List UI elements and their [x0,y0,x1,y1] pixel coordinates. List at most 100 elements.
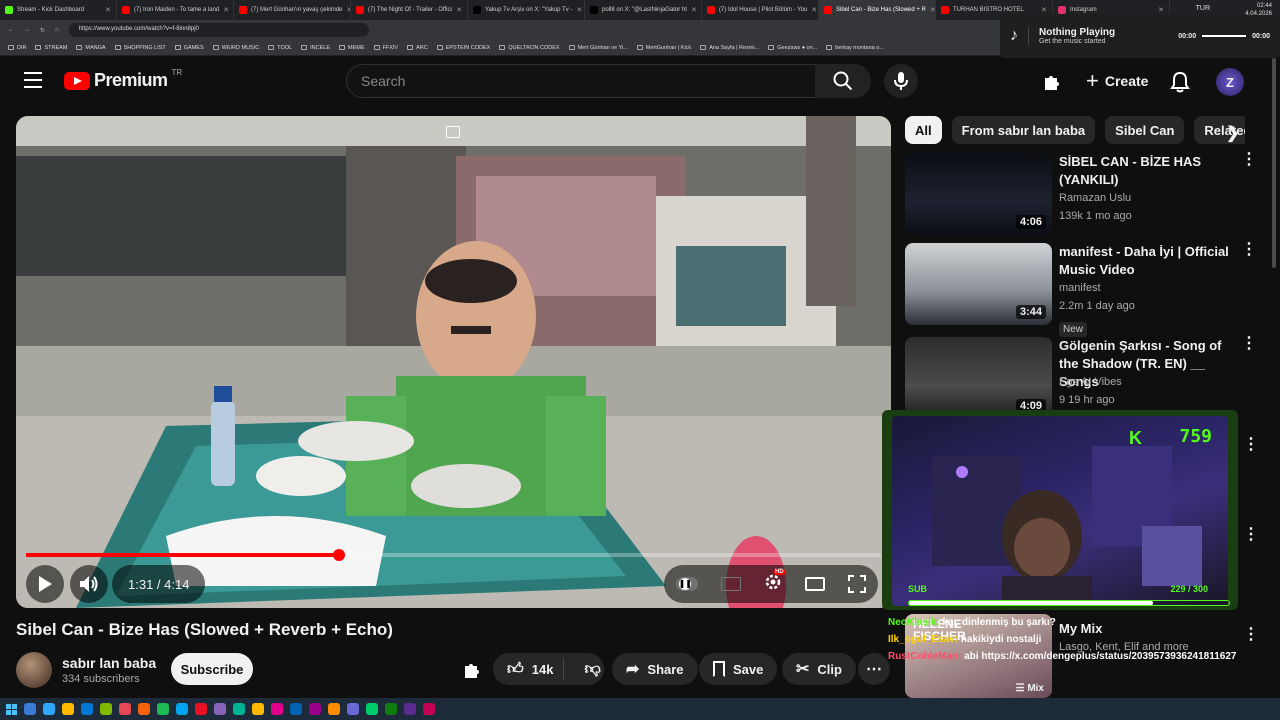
bookmark-item[interactable]: FFXIV [373,45,398,51]
browser-tab[interactable]: Yakup Tv Arşiv on X: "Yakup Tv - ✕ [468,0,585,20]
bookmark-item[interactable]: SHOPPING LIST [114,45,166,51]
bookmark-item[interactable]: berkay montana o... [826,45,884,51]
search-button[interactable] [815,64,871,98]
notifications-bell-icon[interactable] [1170,71,1190,98]
browser-tab[interactable]: (7) Mert Günhan'ın yavaş çekimde✕ [234,0,351,20]
tab-close-icon[interactable]: ✕ [223,6,229,14]
bookmark-item[interactable]: Mert Günhan ve Yi... [568,45,628,51]
windows-start-icon[interactable] [6,703,17,715]
taskbar-app-icon[interactable] [100,703,112,715]
taskbar-app-icon[interactable] [157,703,169,715]
forward-icon[interactable]: → [24,27,30,33]
subscribe-button[interactable]: Subscribe [171,653,253,685]
kebab-menu-icon[interactable]: ⋮ [1241,336,1257,352]
recommended-video[interactable]: 4:06 SİBEL CAN - BİZE HAS (YANKILI) Ramaza… [905,152,1265,239]
taskbar-app-icon[interactable] [233,703,245,715]
taskbar-app-icon[interactable] [385,703,397,715]
bookmark-item[interactable]: Ana Sayfa | Resmi... [700,45,759,51]
play-button[interactable] [26,565,64,603]
video-thumbnail[interactable]: 4:09 [905,337,1052,419]
media-seek-bar[interactable] [1202,35,1247,37]
tab-close-icon[interactable]: ✕ [691,6,697,14]
share-button[interactable]: ➦ Share [612,653,698,685]
tab-close-icon[interactable]: ✕ [930,6,935,14]
browser-tab[interactable]: (7) Iron Maiden - To tame a land ✕ [117,0,234,20]
tab-close-icon[interactable]: ✕ [105,6,111,14]
taskbar-app-icon[interactable] [195,703,207,715]
video-thumbnail[interactable]: 4:06 [905,153,1052,235]
page-scrollbar[interactable] [1270,58,1278,698]
dislike-button[interactable]: 👎︎ [572,660,612,679]
reload-icon[interactable]: ↻ [40,27,45,34]
miniplayer-icon[interactable] [446,126,460,138]
bookmark-item[interactable]: INCELE [301,45,330,51]
url-field[interactable]: https://www.youtube.com/watch?v=f-8inn8p… [68,23,369,37]
theater-mode-icon[interactable] [805,577,826,591]
bookmark-item[interactable]: MertGunhan | Kick [636,45,691,51]
bookmark-item[interactable]: ARC [407,45,428,51]
recommended-title[interactable]: SİBEL CAN - BİZE HAS (YANKILI) [1059,153,1234,189]
menu-icon[interactable] [24,72,42,88]
browser-tab[interactable]: (7) The Night Of - Trailer - Offici ✕ [351,0,468,20]
browser-tab[interactable]: Stream - Kick Dashboard ✕ [0,0,117,20]
tab-close-icon[interactable]: ✕ [1158,6,1164,14]
taskbar-app-icon[interactable] [290,703,302,715]
kebab-menu-icon[interactable]: ⋮ [1243,524,1259,544]
subtitles-icon[interactable] [720,577,741,591]
taskbar-app-icon[interactable] [271,703,283,715]
bookmark-item[interactable]: QUELTRON CODEX [499,45,560,51]
kebab-menu-icon[interactable]: ⋮ [1241,242,1257,258]
taskbar-app-icon[interactable] [62,703,74,715]
bookmark-item[interactable]: MEME [339,45,365,51]
join-puzzle-icon[interactable] [462,660,482,685]
channel-name[interactable]: sabır lan baba [62,655,156,671]
recommended-title[interactable]: manifest - Daha İyi | Official Music Vid… [1059,243,1234,279]
save-button[interactable]: Save [699,653,778,685]
filter-chip[interactable]: Sibel Can [1105,116,1185,144]
recommended-video[interactable]: 3:44 manifest - Daha İyi | Official Music… [905,242,1265,337]
taskbar-app-icon[interactable] [252,703,264,715]
recommended-channel[interactable]: manifest [1059,282,1101,294]
keyboard-language[interactable]: TUR [1196,5,1210,12]
bookmark-item[interactable]: GAMES [174,45,204,51]
tab-close-icon[interactable]: ✕ [1041,6,1047,14]
back-icon[interactable]: ← [8,27,14,33]
system-clock[interactable]: 02:44 4.04.2026 [1245,2,1272,18]
browser-tab[interactable]: poll8 on X: "@LastNinjaGator ht ✕ [585,0,702,20]
autoplay-toggle[interactable]: ❚❚ [675,577,698,591]
bookmark-item[interactable]: STREAM [35,45,67,51]
taskbar-app-icon[interactable] [404,703,416,715]
account-avatar[interactable]: Z [1216,68,1244,96]
filter-chip[interactable]: All [905,116,942,144]
taskbar-app-icon[interactable] [176,703,188,715]
scrollbar-thumb[interactable] [1272,58,1276,268]
taskbar-app-icon[interactable] [309,703,321,715]
video-progress-bar[interactable] [26,549,881,561]
bookmark-item[interactable]: MANGA [76,45,106,51]
extension-puzzle-icon[interactable] [1042,72,1062,92]
bookmark-item[interactable]: EPSTEIN CODEX [436,45,490,51]
taskbar-app-icon[interactable] [119,703,131,715]
kebab-menu-icon[interactable]: ⋮ [1243,434,1259,454]
browser-tab[interactable]: (7) Idol House | Pilot Bölüm - You ✕ [702,0,819,20]
voice-search-button[interactable] [884,64,918,98]
browser-tab[interactable]: Sibel Can - Bize Has (Slowed + R ✕ [819,0,936,20]
more-actions-button[interactable]: ⋯ [858,653,890,685]
kebab-menu-icon[interactable]: ⋮ [1241,152,1257,168]
taskbar-app-icon[interactable] [328,703,340,715]
taskbar-app-icon[interactable] [214,703,226,715]
progress-scrubber[interactable] [332,549,345,561]
tab-close-icon[interactable]: ✕ [576,6,582,14]
settings-button[interactable]: HD [764,568,785,596]
channel-info[interactable]: sabır lan baba 334 subscribers [16,652,156,688]
fullscreen-icon[interactable] [848,575,867,593]
taskbar-app-icon[interactable] [366,703,378,715]
search-input[interactable]: Search [346,64,816,98]
video-thumbnail[interactable]: 3:44 [905,243,1052,325]
bookmark-item[interactable]: WEIRD MUSIC [212,45,259,51]
create-button[interactable]: + Create [1076,66,1158,96]
tab-close-icon[interactable]: ✕ [811,6,817,14]
video-player[interactable]: 1:31 / 4:14 ❚❚ HD [16,116,891,608]
taskbar-app-icon[interactable] [423,703,435,715]
bookmark-item[interactable]: TOOL [268,45,292,51]
